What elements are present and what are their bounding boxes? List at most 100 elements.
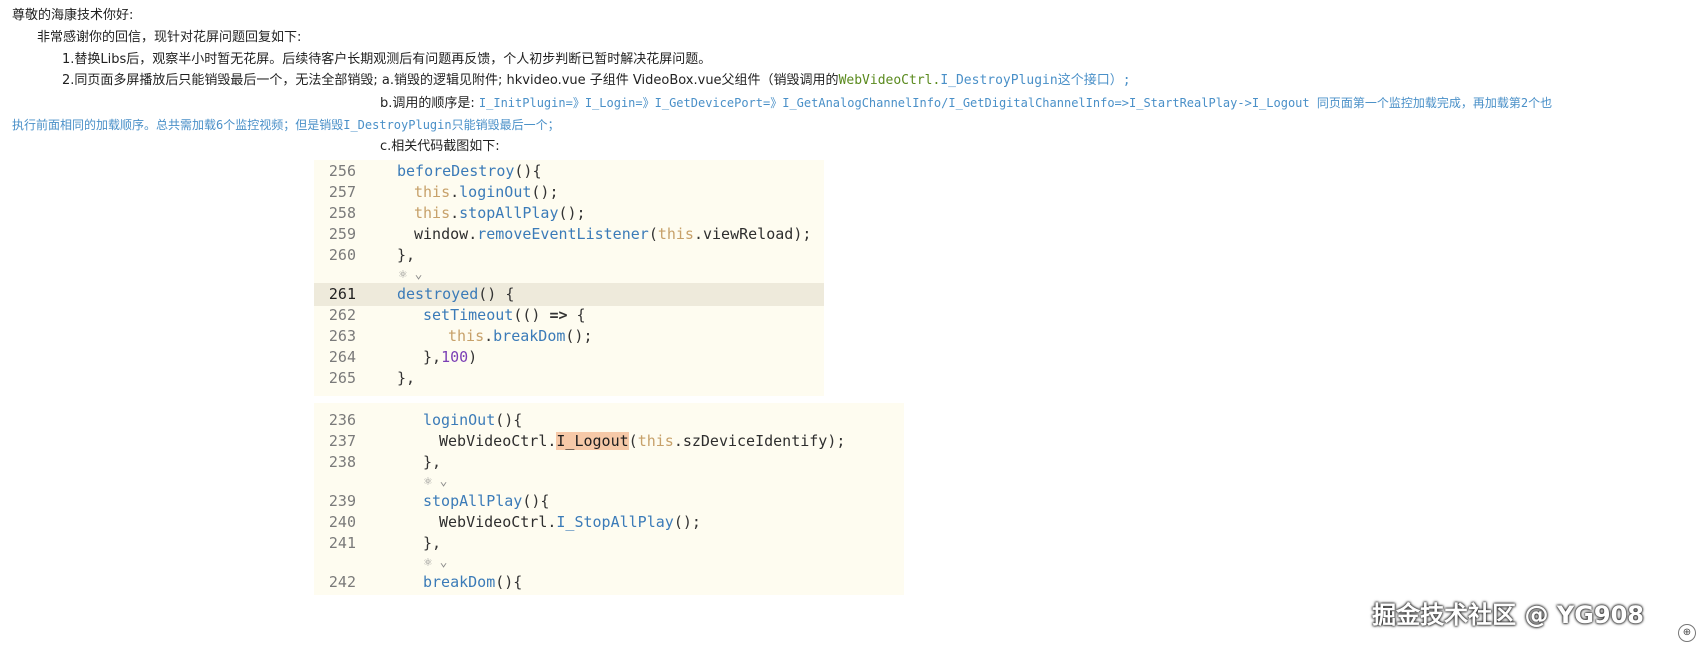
code-token: (){ (522, 492, 550, 510)
code-token: }, (423, 534, 442, 552)
code-text: this.stopAllPlay(); (414, 202, 586, 225)
item-b-continuation: 执行前面相同的加载顺序。总共需加载6个监控视频；但是销毁I_DestroyPlu… (12, 118, 560, 132)
code-text: }, (423, 532, 441, 555)
code-token: ( (628, 432, 638, 450)
item-2-code: WebVideoCtrl. (838, 73, 941, 88)
code-line: 260}, (314, 244, 824, 267)
code-token: setTimeout (423, 306, 514, 324)
code-token: WebVideoCtrl (439, 513, 548, 531)
item-b-label: b.调用的顺序是: (380, 96, 475, 111)
line-number: 259 (328, 225, 356, 243)
code-text: },100) (423, 346, 477, 369)
code-token: breakDom (493, 327, 566, 345)
line-number: 239 (328, 492, 356, 510)
item-1-line: 1.替换Libs后，观察半小时暂无花屏。后续待客户长期观测后有问题再反馈，个人初… (62, 52, 712, 67)
codelens-icon[interactable]: ⚛ ⌄ (424, 554, 447, 572)
code-text: destroyed() { (397, 283, 514, 306)
watermark: 掘金技术社区 @ YG908 (1372, 601, 1644, 629)
line-number: 240 (328, 513, 356, 531)
codelens-icon[interactable]: ⚛ ⌄ (399, 266, 422, 284)
code-line: 259 window.removeEventListener(this.viewR… (314, 223, 824, 246)
code-screenshot-1: 256 beforeDestroy(){257 this.loginOut(); 25… (314, 160, 824, 396)
code-line: 265}, (314, 367, 824, 390)
line-number: 264 (328, 348, 356, 366)
item-c-line: c.相关代码截图如下: (380, 139, 500, 154)
code-screenshot-2: 236 loginOut(){237 WebVideoCtrl.I_Logout(t… (314, 403, 904, 595)
code-line: 236 loginOut(){ (314, 409, 904, 432)
line-number: 257 (328, 183, 356, 201)
line-number: 241 (328, 534, 356, 552)
code-token: . (484, 327, 494, 345)
code-text: }, (423, 451, 441, 474)
code-token: this (637, 432, 674, 450)
code-token: (() (513, 306, 550, 324)
code-token: this (414, 183, 451, 201)
item-2-text: 2.同页面多屏播放后只能销毁最后一个，无法全部销毁; a.销毁的逻辑见附件; h… (62, 73, 839, 88)
code-token: => (549, 306, 568, 324)
code-token: (); (565, 327, 593, 345)
line-number: 263 (328, 327, 356, 345)
item-2-line: 2.同页面多屏播放后只能销毁最后一个，无法全部销毁; a.销毁的逻辑见附件; h… (62, 71, 1131, 91)
code-text: }, (397, 367, 415, 390)
code-token: I_Logout (556, 432, 629, 450)
code-token: destroyed (397, 285, 479, 303)
codelens-icon[interactable]: ⚛ ⌄ (424, 473, 447, 491)
line-number: 265 (328, 369, 356, 387)
code-token: }, (397, 246, 416, 264)
code-line: 263 this.breakDom(); (314, 325, 824, 348)
item-b-sequence: I_InitPlugin=》I_Login=》I_GetDevicePort=》… (478, 96, 1553, 110)
code-token: stopAllPlay (423, 492, 523, 510)
code-token: (){ (514, 162, 542, 180)
line-number: 237 (328, 432, 356, 450)
code-token: ); (793, 225, 812, 243)
code-line: 237 WebVideoCtrl.I_Logout(this.szDeviceId… (314, 430, 904, 453)
code-token: loginOut (423, 411, 496, 429)
code-token: removeEventListener (477, 225, 649, 243)
code-line: 242 breakDom(){ (314, 571, 904, 594)
thanks-line: 非常感谢你的回信，现针对花屏问题回复如下: (37, 30, 302, 45)
code-line: 239 stopAllPlay(){ (314, 490, 904, 513)
code-token: { (567, 306, 586, 324)
line-number: 262 (328, 306, 356, 324)
code-token: . (450, 204, 460, 222)
code-token: . (468, 225, 478, 243)
code-token: szDeviceIdentify (682, 432, 828, 450)
code-token: }, (397, 369, 416, 387)
code-token: ( (648, 225, 658, 243)
code-token: (){ (495, 411, 523, 429)
code-line: 261 destroyed() { (314, 283, 824, 306)
code-token: loginOut (459, 183, 532, 201)
code-token: (); (531, 183, 559, 201)
code-line: 240 WebVideoCtrl.I_StopAllPlay(); (314, 511, 904, 534)
code-text: this.breakDom(); (448, 325, 593, 348)
line-number: 260 (328, 246, 356, 264)
code-token: viewReload (703, 225, 794, 243)
code-token: (); (673, 513, 701, 531)
line-number: 256 (328, 162, 356, 180)
line-number: 238 (328, 453, 356, 471)
greeting-line: 尊敬的海康技术你好: (12, 8, 134, 23)
code-text: }, (397, 244, 415, 267)
code-token: . (673, 432, 683, 450)
code-token: I_StopAllPlay (556, 513, 674, 531)
code-token: breakDom (423, 573, 496, 591)
line-number: 261 (328, 285, 356, 303)
code-token: () { (478, 285, 515, 303)
zoom-icon[interactable]: ⊕ (1678, 624, 1696, 642)
code-token: window (414, 225, 469, 243)
code-token: ); (827, 432, 846, 450)
code-line: 256 beforeDestroy(){ (314, 160, 824, 183)
code-token: beforeDestroy (397, 162, 515, 180)
code-text: WebVideoCtrl.I_Logout(this.szDeviceIdent… (439, 430, 845, 453)
line-number: 236 (328, 411, 356, 429)
code-token: this (448, 327, 485, 345)
code-text: stopAllPlay(){ (423, 490, 549, 513)
code-token: }, (423, 348, 442, 366)
code-line: 257 this.loginOut(); (314, 181, 824, 204)
code-token: . (693, 225, 703, 243)
line-number: 242 (328, 573, 356, 591)
code-line: 262 setTimeout(() => { (314, 304, 824, 327)
code-token: stopAllPlay (459, 204, 559, 222)
code-line: 264 },100) (314, 346, 824, 369)
code-text: WebVideoCtrl.I_StopAllPlay(); (439, 511, 701, 534)
